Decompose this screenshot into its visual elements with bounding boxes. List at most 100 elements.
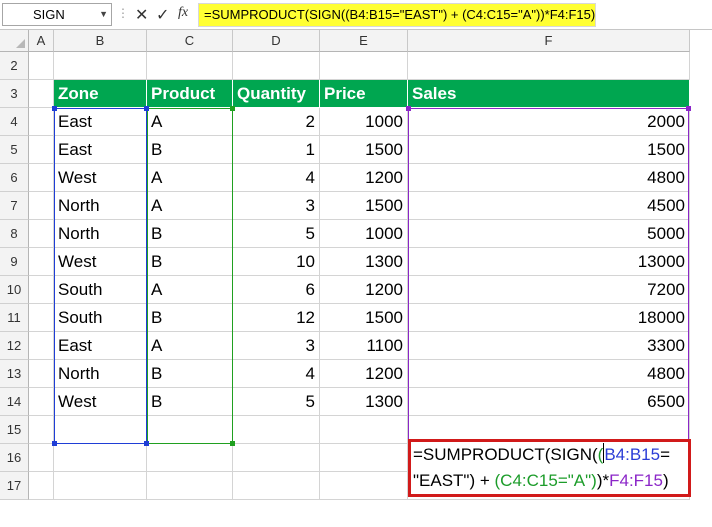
table-cell[interactable]: 4500	[408, 192, 690, 220]
cell[interactable]	[29, 332, 54, 360]
row-header-4[interactable]: 4	[0, 108, 29, 136]
table-cell[interactable]: B	[147, 136, 233, 164]
cell[interactable]	[233, 472, 320, 500]
row-header-5[interactable]: 5	[0, 136, 29, 164]
cell[interactable]	[54, 472, 147, 500]
table-cell[interactable]: 1500	[320, 136, 408, 164]
column-header-d[interactable]: D	[233, 30, 320, 52]
table-cell[interactable]: North	[54, 360, 147, 388]
table-cell[interactable]: 1100	[320, 332, 408, 360]
table-header-quantity[interactable]: Quantity	[233, 80, 320, 108]
table-cell[interactable]: 13000	[408, 248, 690, 276]
cell[interactable]	[320, 416, 408, 444]
row-header-14[interactable]: 14	[0, 388, 29, 416]
cell[interactable]	[233, 416, 320, 444]
table-cell[interactable]: B	[147, 304, 233, 332]
table-cell[interactable]: A	[147, 108, 233, 136]
row-header-10[interactable]: 10	[0, 276, 29, 304]
table-cell[interactable]: 6500	[408, 388, 690, 416]
table-cell[interactable]: East	[54, 108, 147, 136]
range-handle[interactable]	[406, 106, 411, 111]
table-cell[interactable]: 3300	[408, 332, 690, 360]
cell[interactable]	[54, 52, 147, 80]
range-handle[interactable]	[52, 441, 57, 446]
table-cell[interactable]: A	[147, 276, 233, 304]
table-cell[interactable]: East	[54, 136, 147, 164]
table-cell[interactable]: 7200	[408, 276, 690, 304]
row-header-15[interactable]: 15	[0, 416, 29, 444]
table-cell[interactable]: 1500	[408, 136, 690, 164]
table-cell[interactable]: 10	[233, 248, 320, 276]
table-cell[interactable]: East	[54, 332, 147, 360]
table-cell[interactable]: A	[147, 192, 233, 220]
row-header-6[interactable]: 6	[0, 164, 29, 192]
insert-function-icon[interactable]: fx	[178, 5, 188, 21]
table-cell[interactable]: 1000	[320, 108, 408, 136]
table-cell[interactable]: B	[147, 248, 233, 276]
select-all-corner[interactable]	[0, 30, 29, 52]
column-header-f[interactable]: F	[408, 30, 690, 52]
table-cell[interactable]: North	[54, 192, 147, 220]
table-cell[interactable]: 5000	[408, 220, 690, 248]
cell[interactable]	[408, 52, 690, 80]
table-cell[interactable]: 6	[233, 276, 320, 304]
table-cell[interactable]: B	[147, 388, 233, 416]
table-cell[interactable]: 4	[233, 360, 320, 388]
cell[interactable]	[29, 388, 54, 416]
table-header-product[interactable]: Product	[147, 80, 233, 108]
table-cell[interactable]: 12	[233, 304, 320, 332]
cell[interactable]	[29, 472, 54, 500]
range-handle[interactable]	[230, 106, 235, 111]
table-cell[interactable]: South	[54, 276, 147, 304]
table-cell[interactable]: B	[147, 220, 233, 248]
table-cell[interactable]: 1300	[320, 388, 408, 416]
table-cell[interactable]: 2	[233, 108, 320, 136]
cell[interactable]	[233, 444, 320, 472]
table-cell[interactable]: 1300	[320, 248, 408, 276]
cell[interactable]	[29, 276, 54, 304]
enter-icon[interactable]: ✓	[156, 5, 169, 25]
row-header-13[interactable]: 13	[0, 360, 29, 388]
table-cell[interactable]: 2000	[408, 108, 690, 136]
column-header-a[interactable]: A	[29, 30, 54, 52]
formula-input[interactable]: =SUMPRODUCT(SIGN((B4:B15="EAST") + (C4:C…	[198, 3, 596, 27]
table-cell[interactable]: 5	[233, 388, 320, 416]
table-cell[interactable]: South	[54, 304, 147, 332]
table-cell[interactable]: A	[147, 164, 233, 192]
table-cell[interactable]: 1500	[320, 304, 408, 332]
cell[interactable]	[147, 416, 233, 444]
table-cell[interactable]: North	[54, 220, 147, 248]
column-header-b[interactable]: B	[54, 30, 147, 52]
cell[interactable]	[320, 444, 408, 472]
table-cell[interactable]: 3	[233, 192, 320, 220]
cancel-icon[interactable]: ✕	[135, 5, 148, 25]
cell[interactable]	[29, 52, 54, 80]
cell[interactable]	[320, 52, 408, 80]
range-handle[interactable]	[144, 441, 149, 446]
cell[interactable]	[54, 444, 147, 472]
table-cell[interactable]: 1500	[320, 192, 408, 220]
table-header-zone[interactable]: Zone	[54, 80, 147, 108]
table-cell[interactable]: 1200	[320, 276, 408, 304]
row-header-9[interactable]: 9	[0, 248, 29, 276]
table-cell[interactable]: 4	[233, 164, 320, 192]
chevron-down-icon[interactable]: ▼	[99, 4, 108, 25]
cell[interactable]	[147, 52, 233, 80]
row-header-12[interactable]: 12	[0, 332, 29, 360]
table-cell[interactable]: 1	[233, 136, 320, 164]
table-header-price[interactable]: Price	[320, 80, 408, 108]
row-header-17[interactable]: 17	[0, 472, 29, 500]
column-header-e[interactable]: E	[320, 30, 408, 52]
cell[interactable]	[233, 52, 320, 80]
table-cell[interactable]: 1200	[320, 164, 408, 192]
table-cell[interactable]: 3	[233, 332, 320, 360]
column-header-c[interactable]: C	[147, 30, 233, 52]
cell[interactable]	[320, 472, 408, 500]
row-header-8[interactable]: 8	[0, 220, 29, 248]
table-cell[interactable]: West	[54, 164, 147, 192]
row-header-16[interactable]: 16	[0, 444, 29, 472]
cell[interactable]	[29, 192, 54, 220]
name-box[interactable]: SIGN ▼	[2, 3, 112, 26]
cell[interactable]	[29, 304, 54, 332]
cell[interactable]	[147, 444, 233, 472]
